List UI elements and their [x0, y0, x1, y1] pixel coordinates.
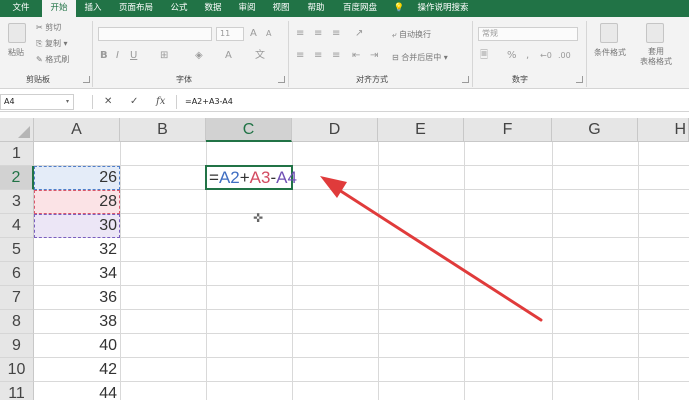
tell-me-search[interactable]: 操作说明搜索 — [410, 0, 476, 17]
format-painter-button[interactable]: ✎ 格式刷 — [36, 54, 69, 65]
align-center-icon[interactable]: ≡ — [314, 50, 322, 62]
number-format-dropdown[interactable]: 常规 — [478, 27, 578, 41]
ribbon-tab-bar: 文件 开始 插入 页面布局 公式 数据 审阅 视图 帮助 百度网盘 💡 操作说明… — [0, 0, 689, 17]
tab-insert[interactable]: 插入 — [78, 0, 108, 17]
bold-icon[interactable]: B — [100, 50, 108, 62]
copy-button[interactable]: ⎘ 复制 ▾ — [36, 38, 68, 49]
number-group-label: 数字 — [512, 75, 528, 84]
chevron-down-icon: ▾ — [65, 98, 69, 105]
align-bottom-icon[interactable]: ≡ — [332, 28, 340, 40]
name-box[interactable]: A4 ▾ — [0, 94, 74, 110]
paste-icon[interactable] — [8, 23, 26, 43]
copy-icon: ⎘ — [36, 39, 43, 48]
increase-indent-icon[interactable]: ⇥ — [370, 50, 378, 62]
conditional-format-button[interactable]: 条件格式 — [594, 47, 626, 58]
align-middle-icon[interactable]: ≡ — [314, 28, 322, 40]
tab-help[interactable]: 帮助 — [300, 0, 332, 17]
tab-page-layout[interactable]: 页面布局 — [112, 0, 160, 17]
font-color-icon[interactable]: A — [225, 50, 232, 62]
tab-file[interactable]: 文件 — [2, 0, 40, 17]
tab-review[interactable]: 审阅 — [232, 0, 262, 17]
merge-icon: ⊟ — [392, 53, 399, 62]
cut-button[interactable]: ✂ 剪切 — [36, 22, 61, 33]
tab-formulas[interactable]: 公式 — [164, 0, 194, 17]
tab-home[interactable]: 开始 — [42, 0, 76, 17]
ribbon: 粘贴 ✂ 剪切 ⎘ 复制 ▾ ✎ 格式刷 剪贴板 11 A A B I U ⊞ … — [0, 17, 689, 89]
currency-icon[interactable]: 🗏 — [480, 50, 488, 62]
increase-decimal-icon[interactable]: ←0 — [540, 50, 552, 62]
brush-icon: ✎ — [36, 55, 43, 64]
conditional-format-icon[interactable] — [600, 23, 618, 43]
table-format-icon[interactable] — [646, 23, 664, 43]
font-group-label: 字体 — [176, 75, 192, 84]
wrap-text-icon: ⤶ — [392, 30, 397, 39]
number-launcher-icon[interactable] — [576, 76, 583, 83]
percent-icon[interactable]: % — [507, 50, 517, 62]
comma-icon[interactable]: , — [526, 50, 529, 62]
cancel-icon[interactable]: ✕ — [104, 95, 112, 109]
orientation-icon[interactable]: ↗ — [355, 28, 363, 40]
clipboard-launcher-icon[interactable] — [83, 76, 90, 83]
underline-icon[interactable]: U — [130, 50, 137, 62]
align-top-icon[interactable]: ≡ — [296, 28, 304, 40]
insert-function-icon[interactable]: fx — [156, 95, 165, 109]
alignment-launcher-icon[interactable] — [462, 76, 469, 83]
scissors-icon: ✂ — [36, 23, 43, 32]
font-launcher-icon[interactable] — [278, 76, 285, 83]
formula-bar: A4 ▾ ✕ ✓ fx =A2+A3-A4 — [0, 92, 689, 112]
phonetic-icon[interactable]: 文 — [255, 50, 265, 62]
tab-baidu-netdisk[interactable]: 百度网盘 — [336, 0, 384, 17]
annotation-arrow-icon — [320, 176, 543, 322]
tab-view[interactable]: 视图 — [266, 0, 296, 17]
lightbulb-icon: 💡 — [393, 3, 405, 13]
align-right-icon[interactable]: ≡ — [332, 50, 340, 62]
alignment-group-label: 对齐方式 — [356, 75, 388, 84]
fill-color-icon[interactable]: ◈ — [195, 50, 203, 62]
border-icon[interactable]: ⊞ — [160, 50, 168, 62]
table-format-button[interactable]: 套用 表格格式 — [640, 47, 672, 67]
formula-input[interactable]: =A2+A3-A4 — [185, 95, 233, 109]
align-left-icon[interactable]: ≡ — [296, 50, 304, 62]
font-size-dropdown[interactable]: 11 — [216, 27, 244, 41]
wrap-text-button[interactable]: ⤶ 自动换行 — [392, 29, 431, 40]
paste-button[interactable]: 粘贴 — [8, 47, 24, 58]
decrease-decimal-icon[interactable]: .00 — [558, 50, 571, 62]
font-name-dropdown[interactable] — [98, 27, 212, 41]
decrease-font-icon[interactable]: A — [266, 28, 271, 40]
increase-font-icon[interactable]: A — [250, 28, 257, 40]
italic-icon[interactable]: I — [116, 50, 119, 62]
tab-data[interactable]: 数据 — [198, 0, 228, 17]
enter-icon[interactable]: ✓ — [130, 95, 138, 109]
worksheet-grid[interactable]: A B C D E F G H 1 2 3 4 5 6 7 8 9 10 11 … — [0, 118, 689, 400]
clipboard-group-label: 剪贴板 — [26, 75, 50, 84]
decrease-indent-icon[interactable]: ⇤ — [352, 50, 360, 62]
merge-center-button[interactable]: ⊟ 合并后居中 ▾ — [392, 52, 448, 63]
